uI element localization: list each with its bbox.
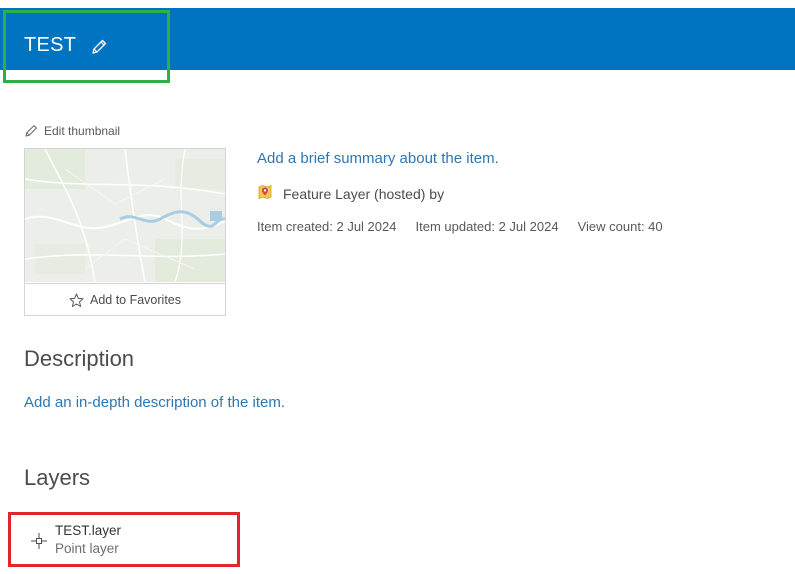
add-summary-link[interactable]: Add a brief summary about the item.: [257, 150, 499, 167]
item-type-text: Feature Layer (hosted) by: [283, 185, 445, 202]
point-layer-icon: [31, 533, 47, 549]
item-updated-date: Item updated: 2 Jul 2024: [415, 219, 559, 234]
layers-heading: Layers: [24, 465, 91, 490]
layer-list-item[interactable]: TEST.layer Point layer: [12, 514, 237, 562]
item-type-row: Feature Layer (hosted) by: [257, 184, 444, 203]
item-view-count: View count: 40: [577, 219, 663, 234]
layer-type: Point layer: [55, 541, 119, 556]
item-header: TEST: [0, 8, 795, 70]
item-meta-row: Item created: 2 Jul 2024 Item updated: 2…: [257, 219, 682, 234]
map-thumbnail-image: [25, 149, 225, 282]
add-to-favorites-label: Add to Favorites: [89, 293, 181, 307]
item-title: TEST: [24, 34, 77, 56]
layer-name: TEST.layer: [55, 523, 122, 538]
item-created-date: Item created: 2 Jul 2024: [257, 219, 397, 234]
pencil-icon[interactable]: [90, 38, 108, 56]
add-description-link[interactable]: Add an in-depth description of the item.: [24, 394, 285, 411]
feature-layer-icon: [257, 184, 273, 203]
pencil-icon: [25, 125, 37, 137]
edit-thumbnail-label: Edit thumbnail: [44, 123, 121, 138]
description-heading: Description: [24, 346, 135, 371]
edit-thumbnail-link[interactable]: Edit thumbnail: [24, 123, 120, 138]
star-outline-icon: [69, 293, 84, 307]
thumbnail-card: Add to Favorites: [24, 148, 226, 316]
title-container: TEST: [24, 34, 108, 57]
add-to-favorites-button[interactable]: Add to Favorites: [25, 283, 225, 316]
